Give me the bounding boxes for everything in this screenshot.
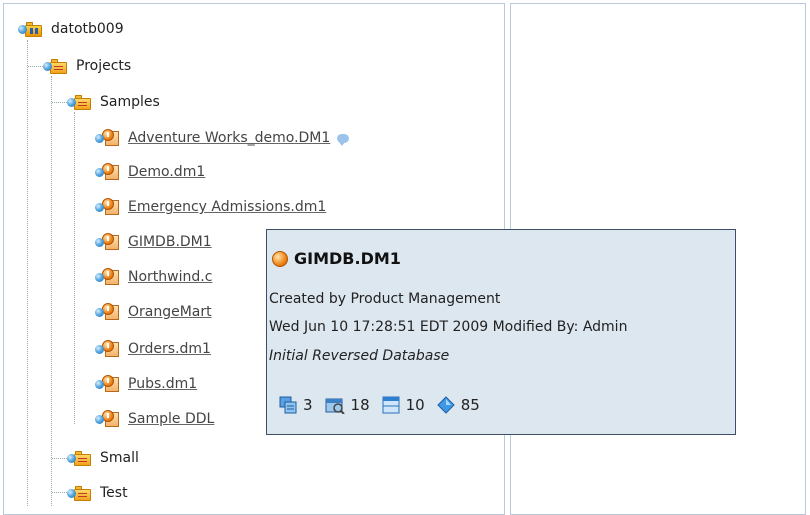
tree-node-small[interactable]: Small xyxy=(67,446,139,470)
connection-icon xyxy=(95,133,104,143)
entities-stat: 18 xyxy=(325,396,370,414)
tooltip-created: Created by Product Management xyxy=(269,291,501,307)
model-file-icon xyxy=(102,303,120,321)
folder-icon xyxy=(50,58,68,74)
tree-node-root[interactable]: datotb009 xyxy=(18,17,124,41)
connection-icon xyxy=(95,202,104,212)
model-file-icon xyxy=(102,129,120,147)
model-file-icon xyxy=(102,233,120,251)
tree-node-label: Samples xyxy=(100,94,160,110)
connection-icon xyxy=(95,344,104,354)
tree-node-model[interactable]: Orders.dm1 xyxy=(95,337,211,361)
tooltip-stats: 3 18 10 85 xyxy=(279,396,492,414)
connection-icon xyxy=(67,97,76,107)
model-file-icon xyxy=(102,268,120,286)
folder-icon xyxy=(74,450,92,466)
tables-stat: 10 xyxy=(382,396,425,414)
entities-count: 18 xyxy=(350,396,370,414)
model-link[interactable]: Orders.dm1 xyxy=(128,341,211,357)
model-link[interactable]: Emergency Admissions.dm1 xyxy=(128,199,326,215)
tree-node-label: Projects xyxy=(76,58,132,74)
tree-node-model[interactable]: Northwind.c xyxy=(95,265,212,289)
model-file-icon xyxy=(102,340,120,358)
model-file-icon xyxy=(102,163,120,181)
submodels-stat: 3 xyxy=(279,396,313,414)
model-link[interactable]: GIMDB.DM1 xyxy=(128,234,212,250)
connection-icon xyxy=(95,167,104,177)
connection-icon xyxy=(95,272,104,282)
tree-guide-samples xyxy=(74,112,75,424)
model-file-icon xyxy=(102,410,120,428)
tooltip-title: GIMDB.DM1 xyxy=(272,249,401,268)
attributes-stat: 85 xyxy=(437,396,480,414)
repository-icon xyxy=(25,21,43,37)
tree-node-model[interactable]: Pubs.dm1 xyxy=(95,372,197,396)
folder-icon xyxy=(74,485,92,501)
tree-node-label: Small xyxy=(100,450,139,466)
model-info-tooltip: GIMDB.DM1 Created by Product Management … xyxy=(266,229,736,435)
tooltip-title-text: GIMDB.DM1 xyxy=(294,249,401,268)
tables-count: 10 xyxy=(405,396,425,414)
tree-node-samples[interactable]: Samples xyxy=(67,90,160,114)
tree-node-model[interactable]: Adventure Works_demo.DM1 xyxy=(95,126,350,150)
tree-node-test[interactable]: Test xyxy=(67,481,128,505)
connection-icon xyxy=(18,24,27,34)
tree-node-model[interactable]: OrangeMart xyxy=(95,300,212,324)
model-link[interactable]: Sample DDL xyxy=(128,411,214,427)
connection-icon xyxy=(67,453,76,463)
attributes-count: 85 xyxy=(460,396,480,414)
connection-icon xyxy=(95,414,104,424)
folder-icon xyxy=(74,94,92,110)
entity-icon xyxy=(325,398,345,414)
tree-node-model[interactable]: Sample DDL xyxy=(95,407,214,431)
connection-icon xyxy=(95,237,104,247)
model-link[interactable]: OrangeMart xyxy=(128,304,212,320)
connection-icon xyxy=(67,488,76,498)
tree-node-model[interactable]: Emergency Admissions.dm1 xyxy=(95,195,326,219)
tree-node-label: datotb009 xyxy=(51,21,124,37)
submodels-count: 3 xyxy=(303,396,313,414)
tree-node-label: Test xyxy=(100,485,128,501)
table-icon xyxy=(382,396,400,414)
model-link[interactable]: Adventure Works_demo.DM1 xyxy=(128,130,330,146)
model-file-icon xyxy=(102,198,120,216)
attribute-icon xyxy=(437,396,455,414)
submodel-icon xyxy=(279,396,297,414)
connection-icon xyxy=(43,61,52,71)
model-link[interactable]: Pubs.dm1 xyxy=(128,376,197,392)
comment-icon[interactable] xyxy=(337,133,350,146)
model-link[interactable]: Northwind.c xyxy=(128,269,212,285)
tooltip-description: Initial Reversed Database xyxy=(269,348,450,364)
model-link[interactable]: Demo.dm1 xyxy=(128,164,205,180)
connection-icon xyxy=(95,379,104,389)
tree-node-model[interactable]: GIMDB.DM1 xyxy=(95,230,212,254)
model-icon xyxy=(272,250,288,267)
tree-guide-projects xyxy=(51,76,52,506)
model-file-icon xyxy=(102,375,120,393)
tree-node-model[interactable]: Demo.dm1 xyxy=(95,160,205,184)
tree-node-projects[interactable]: Projects xyxy=(43,54,131,78)
connection-icon xyxy=(95,307,104,317)
tree-guide-root xyxy=(27,40,28,506)
tooltip-modified: Wed Jun 10 17:28:51 EDT 2009 Modified By… xyxy=(269,319,628,335)
